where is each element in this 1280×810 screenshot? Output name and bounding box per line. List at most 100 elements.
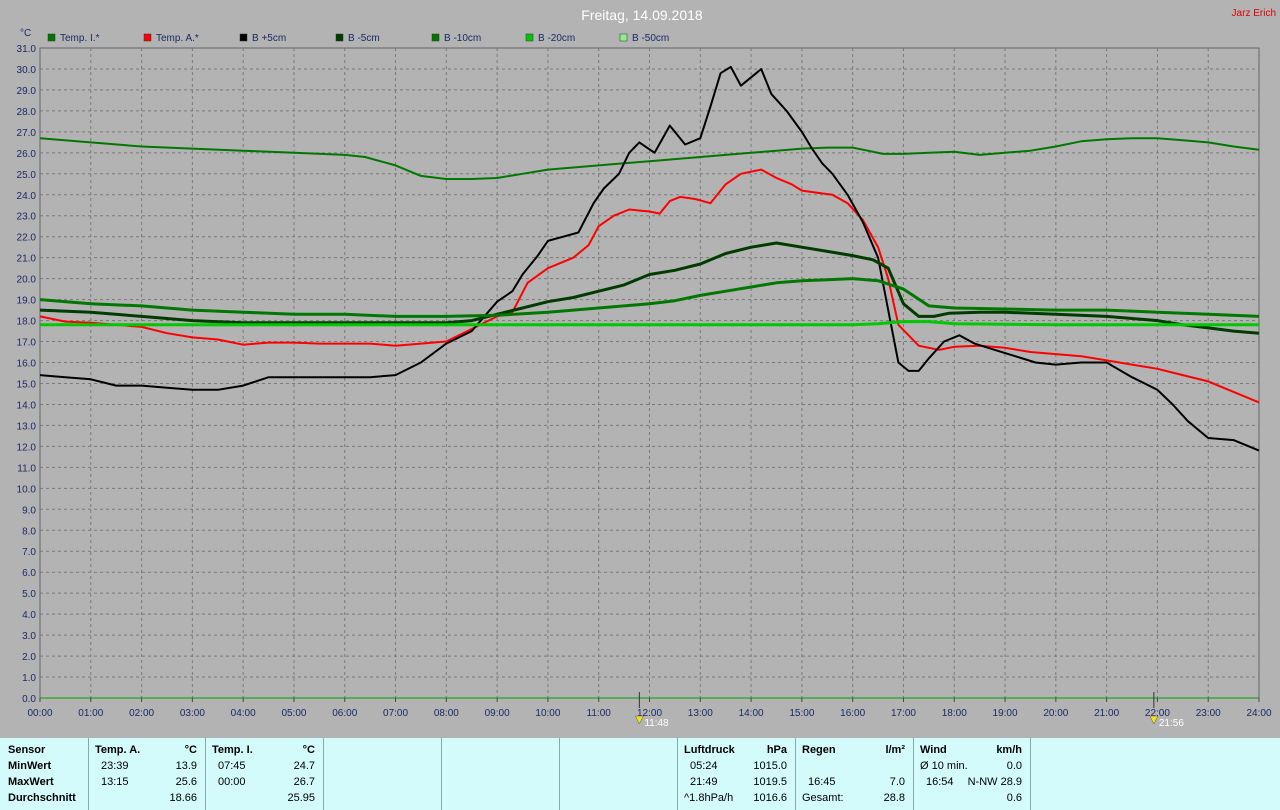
author-label: Jarz Erich: [1232, 8, 1276, 19]
y-tick-label: 13.0: [17, 421, 37, 432]
x-tick-label: 24:00: [1246, 708, 1271, 719]
x-tick-label: 05:00: [281, 708, 306, 719]
x-tick-label: 18:00: [942, 708, 967, 719]
y-tick-label: 2.0: [22, 652, 36, 663]
stats-sensor-column: Sensor MinWert MaxWert Durchschnitt: [0, 738, 89, 810]
rain-total-value: 28.8: [883, 792, 905, 804]
x-tick-label: 15:00: [789, 708, 814, 719]
temp-i-max-value: 26.7: [293, 776, 315, 788]
maxwert-label: MaxWert: [8, 776, 54, 788]
y-tick-label: 14.0: [17, 400, 37, 411]
pressure-max-time: 21:49: [690, 776, 718, 788]
wind-max-time: 16:54: [926, 776, 954, 788]
y-axis: 0.0 1.0 2.0 3.0 4.0 5.0 6.0 7.0 8.0 9.0 10.0 11.0 12…: [17, 44, 37, 705]
x-tick-label: 04:00: [231, 708, 256, 719]
stats-wind-column: Wind km/h Ø 10 min. 0.0 16:54 N-NW 28.9 0.6: [914, 738, 1031, 810]
y-tick-label: 0.0: [22, 694, 36, 705]
y-tick-label: 26.0: [17, 149, 37, 160]
legend-swatch: [619, 33, 628, 42]
temp-a-unit: °C: [184, 744, 197, 756]
temp-i-max-time: 00:00: [218, 776, 246, 788]
temp-a-min-time: 23:39: [101, 760, 129, 772]
x-tick-label: 13:00: [688, 708, 713, 719]
marker-label: 21:56: [1159, 718, 1184, 729]
temp-i-avg-value: 25.95: [287, 792, 315, 804]
wind-mean-value: 0.6: [1006, 792, 1022, 804]
y-tick-label: 3.0: [22, 631, 36, 642]
y-tick-label: 9.0: [22, 505, 36, 516]
stats-empty-column: [324, 738, 442, 810]
x-tick-label: 21:00: [1094, 708, 1119, 719]
temp-a-avg-value: 18.66: [169, 792, 197, 804]
rain-max-value: 7.0: [889, 776, 905, 788]
rain-total-label: Gesamt:: [802, 792, 844, 804]
y-tick-label: 6.0: [22, 568, 36, 579]
statistics-panel: Sensor MinWert MaxWert Durchschnitt Temp…: [0, 738, 1280, 810]
y-tick-label: 5.0: [22, 589, 36, 600]
y-tick-label: 23.0: [17, 212, 37, 223]
marker-label: 11:48: [644, 718, 669, 729]
y-tick-label: 10.0: [17, 484, 37, 495]
legend-label: Temp. A.*: [156, 33, 199, 44]
rain-title: Regen: [802, 744, 836, 756]
y-tick-label: 7.0: [22, 547, 36, 558]
sensor-title: Sensor: [8, 744, 46, 756]
y-tick-label: 29.0: [17, 86, 37, 97]
temp-i-unit: °C: [302, 744, 315, 756]
x-tick-label: 11:00: [587, 708, 612, 719]
y-tick-label: 4.0: [22, 610, 36, 621]
minwert-label: MinWert: [8, 760, 52, 772]
y-tick-label: 18.0: [17, 317, 37, 328]
wind-unit: km/h: [996, 744, 1022, 756]
y-tick-label: 24.0: [17, 191, 37, 202]
y-tick-label: 16.0: [17, 359, 37, 370]
legend-label: B -50cm: [632, 33, 669, 44]
temp-i-min-time: 07:45: [218, 760, 246, 772]
pressure-min-value: 1015.0: [753, 760, 787, 772]
x-axis: 00:00 01:00 02:00 03:00 04:00 05:00 06:00 07:00…: [27, 698, 1272, 719]
stats-temp-a-column: Temp. A. °C 23:39 13.9 13:15 25.6 18.66: [89, 738, 206, 810]
x-tick-label: 01:00: [78, 708, 103, 719]
y-axis-unit: °C: [20, 28, 31, 39]
y-tick-label: 31.0: [17, 44, 37, 55]
x-tick-label: 08:00: [434, 708, 459, 719]
legend: Temp. I.* Temp. A.* B +5cm B -5cm B -10cm B -…: [47, 33, 669, 44]
stats-empty-column: [560, 738, 678, 810]
x-tick-label: 14:00: [739, 708, 764, 719]
pressure-min-time: 05:24: [690, 760, 718, 772]
x-tick-label: 17:00: [891, 708, 916, 719]
marker-icon: [1149, 715, 1159, 725]
y-tick-label: 11.0: [17, 463, 36, 474]
stats-empty-column: [442, 738, 560, 810]
x-tick-label: 10:00: [535, 708, 560, 719]
legend-swatch: [143, 33, 152, 42]
durchschnitt-label: Durchschnitt: [8, 792, 76, 804]
y-tick-label: 25.0: [17, 170, 37, 181]
legend-swatch: [525, 33, 534, 42]
x-tick-label: 20:00: [1043, 708, 1068, 719]
pressure-trend: ^1.8hPa/h: [684, 792, 734, 804]
y-tick-label: 15.0: [17, 379, 37, 390]
y-tick-label: 19.0: [17, 296, 37, 307]
wind-title: Wind: [920, 744, 947, 756]
legend-swatch: [335, 33, 344, 42]
temp-i-title: Temp. I.: [212, 744, 253, 756]
y-tick-label: 8.0: [22, 526, 36, 537]
x-tick-label: 19:00: [993, 708, 1018, 719]
temp-a-max-time: 13:15: [101, 776, 129, 788]
y-tick-label: 22.0: [17, 233, 37, 244]
stats-temp-i-column: Temp. I. °C 07:45 24.7 00:00 26.7 25.95: [206, 738, 324, 810]
legend-label: B -20cm: [538, 33, 575, 44]
temp-i-min-value: 24.7: [293, 760, 315, 772]
y-tick-label: 21.0: [17, 254, 37, 265]
pressure-current-value: 1016.6: [753, 792, 787, 804]
rain-unit: l/m²: [885, 744, 905, 756]
legend-swatch: [431, 33, 440, 42]
wind-avg-label: Ø 10 min.: [920, 760, 968, 772]
x-tick-label: 02:00: [129, 708, 154, 719]
legend-label: B -5cm: [348, 33, 380, 44]
wind-max-value: N-NW 28.9: [967, 776, 1022, 788]
marker-icon: [634, 715, 644, 725]
y-tick-label: 20.0: [17, 275, 37, 286]
temp-a-max-value: 25.6: [175, 776, 197, 788]
